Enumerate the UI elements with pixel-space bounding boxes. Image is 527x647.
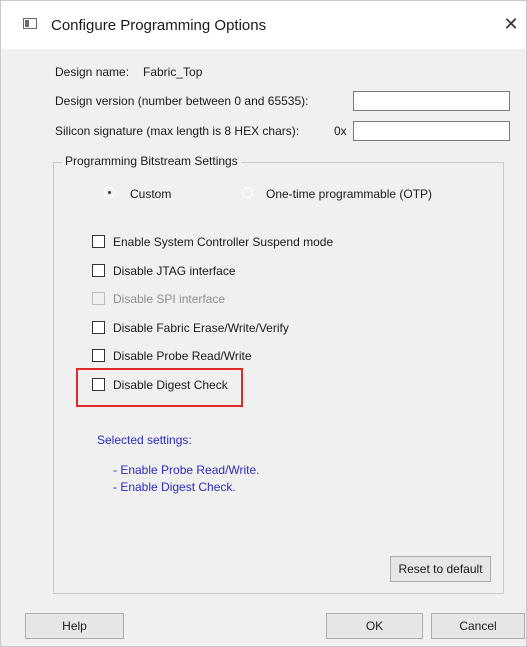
group-title: Programming Bitstream Settings <box>62 154 241 168</box>
signature-prefix: 0x <box>334 124 347 138</box>
checkbox-disable-jtag[interactable] <box>92 264 105 277</box>
checkbox-disable-jtag-label[interactable]: Disable JTAG interface <box>113 264 236 278</box>
selected-settings-title: Selected settings: <box>97 433 192 447</box>
radio-custom[interactable] <box>104 187 115 198</box>
silicon-signature-input[interactable] <box>353 121 510 141</box>
checkbox-disable-fabric-erase-label[interactable]: Disable Fabric Erase/Write/Verify <box>113 321 289 335</box>
checkbox-suspend-mode[interactable] <box>92 235 105 248</box>
configure-programming-options-dialog: Configure Programming Options ✕ Design n… <box>0 0 527 647</box>
dialog-content: Design name: Fabric_Top Design version (… <box>1 49 526 639</box>
reset-to-default-button[interactable]: Reset to default <box>390 556 491 582</box>
radio-otp-label[interactable]: One-time programmable (OTP) <box>266 187 432 201</box>
design-name-value: Fabric_Top <box>143 65 203 79</box>
selected-setting-item: - Enable Digest Check. <box>113 480 236 494</box>
cancel-button[interactable]: Cancel <box>431 613 525 639</box>
design-version-label: Design version (number between 0 and 655… <box>55 94 309 108</box>
checkbox-disable-spi <box>92 292 105 305</box>
ok-button[interactable]: OK <box>326 613 423 639</box>
checkbox-disable-probe[interactable] <box>92 349 105 362</box>
silicon-signature-label: Silicon signature (max length is 8 HEX c… <box>55 124 300 138</box>
checkbox-suspend-mode-label[interactable]: Enable System Controller Suspend mode <box>113 235 333 249</box>
checkbox-disable-fabric-erase[interactable] <box>92 321 105 334</box>
window-icon <box>23 18 37 29</box>
window-title: Configure Programming Options <box>51 17 267 34</box>
radio-custom-label[interactable]: Custom <box>130 187 171 201</box>
design-version-input[interactable] <box>353 91 510 111</box>
radio-otp[interactable] <box>242 187 253 198</box>
checkbox-disable-probe-label[interactable]: Disable Probe Read/Write <box>113 349 252 363</box>
help-button[interactable]: Help <box>25 613 124 639</box>
checkbox-disable-spi-label: Disable SPI interface <box>113 292 226 306</box>
close-icon[interactable]: ✕ <box>501 13 521 37</box>
title-bar: Configure Programming Options ✕ <box>1 1 526 49</box>
selected-setting-item: - Enable Probe Read/Write. <box>113 463 260 477</box>
design-name-label: Design name: <box>55 65 130 79</box>
highlight-annotation <box>76 368 243 407</box>
